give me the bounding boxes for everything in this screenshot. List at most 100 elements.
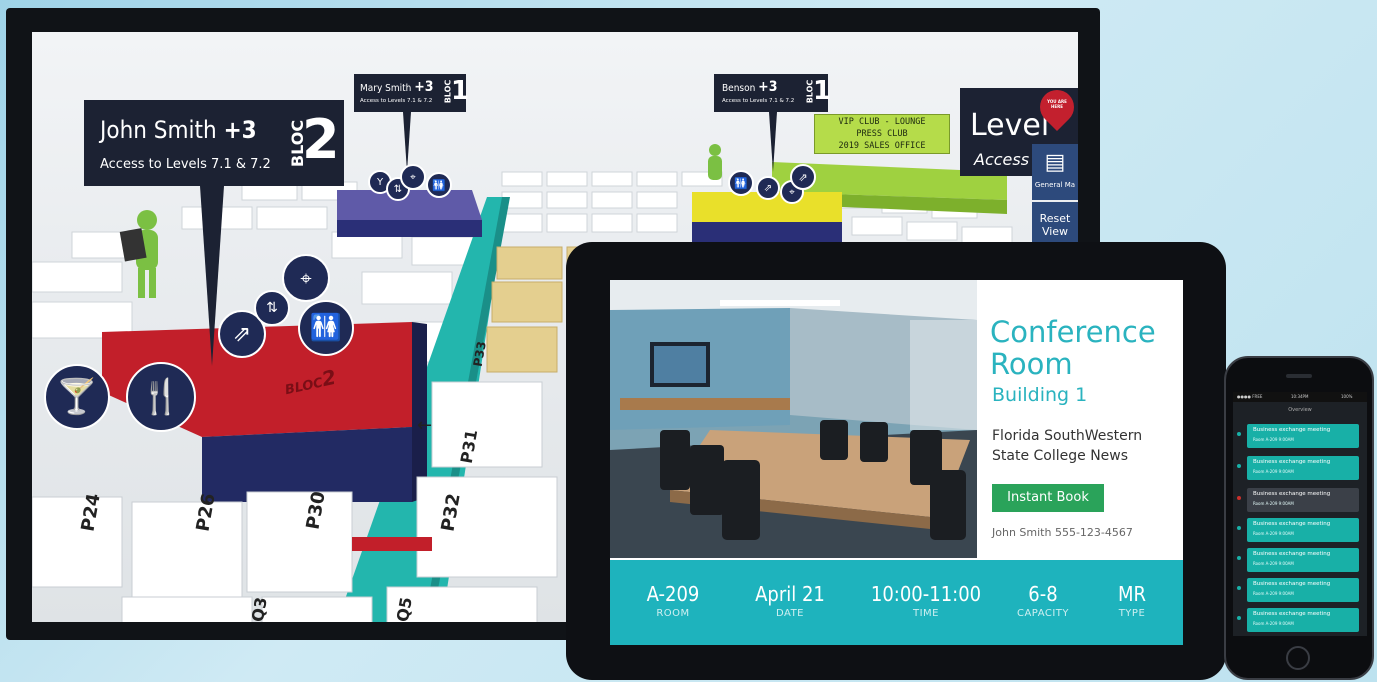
org-line: State College News — [992, 448, 1129, 464]
aisle-arrow-icon: ← — [417, 415, 433, 436]
meeting-subtitle: Room A-209 9:00AM — [1253, 531, 1294, 536]
vip-sign-line: 2019 SALES OFFICE — [838, 141, 926, 151]
vip-sign-line: VIP CLUB - LOUNGE — [838, 117, 926, 127]
organization-name: Florida SouthWestern State College News — [992, 426, 1142, 466]
room-booking-screen: Conference Room Building 1 Florida South… — [610, 280, 1183, 645]
conference-room-photo — [610, 280, 977, 558]
status-dot-icon — [1237, 496, 1241, 500]
user-tag-benson[interactable]: Benson +3 Access to Levels 7.1 & 7.2 BLO… — [714, 74, 832, 112]
reset-view-button[interactable]: Reset View — [1032, 202, 1078, 246]
meeting-title: Business exchange meeting — [1253, 581, 1331, 587]
stat-label: TIME — [912, 608, 939, 619]
status-dot-icon — [1237, 616, 1241, 620]
guest-count: +3 — [223, 116, 257, 144]
meeting-row[interactable]: Business exchange meeting Room A-209 9:00… — [1233, 576, 1367, 604]
meeting-title: Business exchange meeting — [1253, 427, 1331, 433]
location-pin-icon[interactable]: ⌖ — [282, 254, 330, 302]
vip-sign-line: PRESS CLUB — [856, 129, 908, 139]
meeting-title: Business exchange meeting — [1253, 459, 1331, 465]
contact-info: John Smith 555-123-4567 — [992, 526, 1133, 539]
status-dot-icon — [1237, 586, 1241, 590]
general-map-label: General Ma — [1034, 181, 1076, 189]
stat-type: MR TYPE — [1104, 582, 1160, 619]
stat-date: April 21 DATE — [742, 582, 838, 619]
booking-info-bar: A-209 ROOM April 21 DATE 10:00-11:00 TIME 6… — [610, 560, 1183, 645]
meeting-subtitle: Room A-209 9:00AM — [1253, 501, 1294, 506]
phone-speaker — [1286, 374, 1312, 378]
building-name: Building 1 — [992, 384, 1088, 406]
meeting-title: Business exchange meeting — [1253, 491, 1331, 497]
status-dot-icon — [1237, 556, 1241, 560]
meeting-subtitle: Room A-209 9:00AM — [1253, 561, 1294, 566]
meeting-card[interactable]: Business exchange meeting Room A-209 9:00… — [1247, 424, 1359, 448]
access-text: Access to Levels 7.1 & 7.2 — [360, 98, 433, 104]
meeting-card[interactable]: Business exchange meeting Room A-209 9:00… — [1247, 518, 1359, 542]
meeting-card[interactable]: Business exchange meeting Room A-209 9:00… — [1247, 488, 1359, 512]
booth-label: Q5 — [392, 595, 416, 622]
home-button[interactable] — [1286, 646, 1310, 670]
stat-value: A-209 — [646, 582, 700, 606]
status-bar: ●●●● FREE 10:34PM 100% — [1233, 392, 1367, 402]
guest-count: +3 — [758, 79, 778, 95]
battery-text: 100% — [1341, 394, 1353, 399]
booth-label: Q3 — [247, 595, 271, 622]
user-tag-mary-smith[interactable]: Mary Smith +3 Access to Levels 7.1 & 7.2… — [354, 74, 470, 112]
stat-value: April 21 — [755, 582, 825, 606]
schedule-header: Overview — [1288, 407, 1312, 413]
guest-count: +3 — [414, 79, 434, 95]
stat-label: TYPE — [1118, 608, 1146, 619]
meeting-subtitle: Room A-209 9:00AM — [1253, 591, 1294, 596]
meeting-row[interactable]: Business exchange meeting Room A-209 9:00… — [1233, 606, 1367, 634]
room-title-line: Room — [990, 347, 1073, 381]
user-tag-john-smith[interactable]: John Smith +3 Access to Levels 7.1 & 7.2… — [84, 100, 344, 186]
meeting-subtitle: Room A-209 9:00AM — [1253, 437, 1294, 442]
elevator-icon[interactable]: ⇅ — [254, 290, 290, 326]
escalator-icon[interactable]: ⇗ — [790, 164, 816, 190]
carrier-text: ●●●● FREE — [1237, 394, 1263, 399]
status-dot-icon — [1237, 526, 1241, 530]
meeting-card[interactable]: Business exchange meeting Room A-209 9:00… — [1247, 548, 1359, 572]
bloc-number: 2 — [302, 108, 340, 171]
meeting-row[interactable]: Business exchange meeting Room A-209 9:00… — [1233, 486, 1367, 514]
meeting-row[interactable]: Business exchange meeting Room A-209 9:00… — [1233, 454, 1367, 482]
bloc-number: 1 — [813, 76, 832, 106]
stat-label: DATE — [775, 608, 804, 619]
meeting-card[interactable]: Business exchange meeting Room A-209 9:00… — [1247, 456, 1359, 480]
meeting-row[interactable]: Business exchange meeting Room A-209 9:00… — [1233, 516, 1367, 544]
meeting-card[interactable]: Business exchange meeting Room A-209 9:00… — [1247, 608, 1359, 632]
you-are-here-label: YOU ARE HERE — [1047, 99, 1067, 109]
meeting-card[interactable]: Business exchange meeting Room A-209 9:00… — [1247, 578, 1359, 602]
reset-label: View — [1041, 225, 1069, 238]
location-pin-icon[interactable]: ⌖ — [400, 164, 426, 190]
room-title: Conference Room — [990, 316, 1156, 380]
restroom-icon[interactable]: 🚻 — [426, 172, 452, 198]
meeting-title: Business exchange meeting — [1253, 551, 1331, 557]
level-title: Level — [970, 108, 1050, 143]
general-map-button[interactable]: ▤ General Ma — [1032, 144, 1078, 200]
stat-room: A-209 ROOM — [632, 582, 714, 619]
restroom-icon[interactable]: 🚻 — [298, 300, 354, 356]
bloc-number: 1 — [451, 76, 470, 106]
restaurant-icon[interactable]: 🍴 — [126, 362, 196, 432]
bar-cocktail-icon[interactable]: 🍸 — [44, 364, 110, 430]
meeting-subtitle: Room A-209 9:00AM — [1253, 469, 1294, 474]
user-name: Mary Smith — [360, 83, 412, 94]
org-line: Florida SouthWestern — [992, 428, 1143, 444]
escalator-icon[interactable]: ⇗ — [756, 176, 780, 200]
access-text: Access to Levels 7.1 & 7.2 — [722, 98, 795, 104]
reset-label: Reset — [1039, 212, 1071, 225]
restroom-icon[interactable]: 🚻 — [728, 170, 754, 196]
stat-time: 10:00-11:00 TIME — [862, 582, 990, 619]
stat-capacity: 6-8 CAPACITY — [1008, 582, 1078, 619]
level-subtitle: Access — [974, 150, 1030, 169]
meeting-title: Business exchange meeting — [1253, 611, 1331, 617]
user-name: John Smith — [100, 116, 217, 144]
clock-text: 10:34PM — [1291, 394, 1309, 399]
status-dot-icon — [1237, 464, 1241, 468]
stat-label: ROOM — [656, 608, 690, 619]
meeting-row[interactable]: Business exchange meeting Room A-209 9:00… — [1233, 546, 1367, 574]
tag-pointer — [403, 112, 411, 172]
phone-schedule-screen: ●●●● FREE 10:34PM 100% Overview Business… — [1233, 392, 1367, 636]
meeting-row[interactable]: Business exchange meeting Room A-209 9:00… — [1233, 422, 1367, 450]
instant-book-button[interactable]: Instant Book — [992, 484, 1104, 512]
